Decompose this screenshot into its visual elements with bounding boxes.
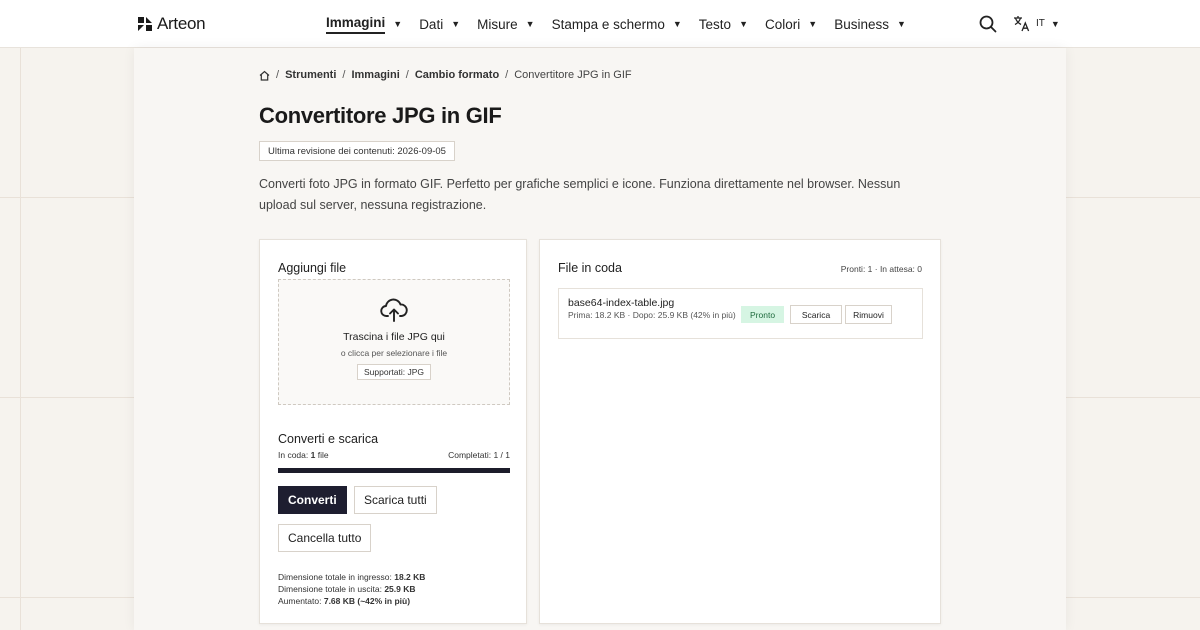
page-title: Convertitore JPG in GIF [259,103,502,128]
nav-label: Stampa e schermo [551,16,665,32]
breadcrumb-separator: / [342,69,346,81]
total-in-value: 18.2 KB [394,572,426,582]
search-icon[interactable] [979,15,997,33]
total-in-label: Dimensione totale in ingresso: [278,572,395,582]
nav-item-colori[interactable]: Colori ▼ [765,17,817,32]
file-dropzone[interactable]: Trascina i file JPG qui o clicca per sel… [278,279,510,405]
breadcrumb-item[interactable]: Cambio formato [415,69,499,81]
nav-label: Immagini [326,15,386,34]
queue-panel: File in coda Pronti: 1 · In attesa: 0 ba… [539,239,941,624]
size-totals: Dimensione totale in ingresso: 18.2 KB D… [278,571,425,607]
file-row: base64-index-table.jpg Prima: 18.2 KB · … [558,288,923,339]
queued-count: In coda: 1 file [278,450,329,460]
breadcrumb-current: Convertitore JPG in GIF [514,69,632,81]
total-input-size: Dimensione totale in ingresso: 18.2 KB [278,571,425,583]
convert-title: Converti e scarica [278,432,379,446]
remove-file-button[interactable]: Rimuovi [845,305,892,324]
brand-icon [138,17,152,31]
brand-logo[interactable]: Arteon [137,14,206,34]
queued-suffix: file [315,450,329,460]
nav-item-immagini[interactable]: Immagini ▼ [326,15,402,34]
nav-label: Business [834,16,889,32]
nav-item-stampa[interactable]: Stampa e schermo ▼ [552,17,682,32]
brand-name: Arteon [157,14,206,33]
upload-title: Aggiungi file [278,261,347,275]
nav-item-business[interactable]: Business ▼ [834,17,906,32]
status-badge: Pronto [741,306,785,323]
caret-down-icon: ▼ [1050,18,1060,29]
caret-down-icon: ▼ [525,19,535,29]
queued-label: In coda: [278,450,311,460]
nav-item-dati[interactable]: Dati ▼ [419,17,460,32]
breadcrumb-item[interactable]: Immagini [351,69,399,81]
total-out-label: Dimensione totale in uscita: [278,584,385,594]
breadcrumb-separator: / [405,69,409,81]
caret-down-icon: ▼ [451,19,461,29]
page-description: Converti foto JPG in formato GIF. Perfet… [259,177,901,212]
cancel-all-button[interactable]: Cancella tutto [278,524,372,552]
breadcrumb-separator: / [276,69,280,81]
breadcrumb-separator: / [505,69,509,81]
convert-button[interactable]: Converti [278,486,347,514]
main-content: / Strumenti / Immagini / Cambio formato … [134,48,1066,630]
download-all-button[interactable]: Scarica tutti [354,486,437,514]
queue-stats: In coda: 1 file Completati: 1 / 1 [278,450,510,460]
increase-value: 7.68 KB (~42% in più) [323,596,411,606]
supported-formats: Supportati: JPG [356,364,431,380]
size-increase: Aumentato: 7.68 KB (~42% in più) [278,595,425,607]
language-selector[interactable]: IT ▼ [1013,15,1060,32]
dropzone-subtitle: o clicca per selezionare i file [340,348,448,358]
download-file-button[interactable]: Scarica [790,305,842,324]
nav-item-misure[interactable]: Misure ▼ [477,17,534,32]
main-nav: Immagini ▼ Dati ▼ Misure ▼ Stampa e sche… [326,0,923,48]
file-name: base64-index-table.jpg [568,297,675,309]
total-output-size: Dimensione totale in uscita: 25.9 KB [278,583,425,595]
breadcrumb: / Strumenti / Immagini / Cambio formato … [259,69,632,81]
dropzone-title: Trascina i file JPG qui [343,331,445,343]
caret-down-icon: ▼ [739,19,748,29]
nav-label: Colori [765,16,801,32]
increase-label: Aumentato: [278,596,324,606]
nav-item-testo[interactable]: Testo ▼ [699,17,748,32]
caret-down-icon: ▼ [672,19,682,29]
cloud-upload-icon [380,298,408,322]
progress-bar [278,468,510,473]
caret-down-icon: ▼ [808,19,818,29]
home-icon[interactable] [259,70,270,81]
language-code: IT [1036,18,1045,29]
nav-label: Misure [477,16,518,32]
caret-down-icon: ▼ [896,19,906,29]
caret-down-icon: ▼ [393,19,403,29]
file-meta: Prima: 18.2 KB · Dopo: 25.9 KB (42% in p… [568,310,736,320]
top-navbar: Arteon Immagini ▼ Dati ▼ Misure ▼ Stampa… [0,0,1200,48]
queue-counts: Pronti: 1 · In attesa: 0 [840,264,922,274]
upload-panel: Aggiungi file Trascina i file JPG qui o … [259,239,527,624]
translate-icon [1014,16,1030,32]
total-out-value: 25.9 KB [384,584,416,594]
nav-label: Dati [419,16,444,32]
progress-fill [278,468,510,473]
breadcrumb-item[interactable]: Strumenti [285,69,336,81]
queue-title: File in coda [558,261,622,275]
revision-badge: Ultima revisione dei contenuti: 2026-09-… [259,141,455,161]
completed-count: Completati: 1 / 1 [448,450,510,460]
nav-label: Testo [698,16,732,32]
